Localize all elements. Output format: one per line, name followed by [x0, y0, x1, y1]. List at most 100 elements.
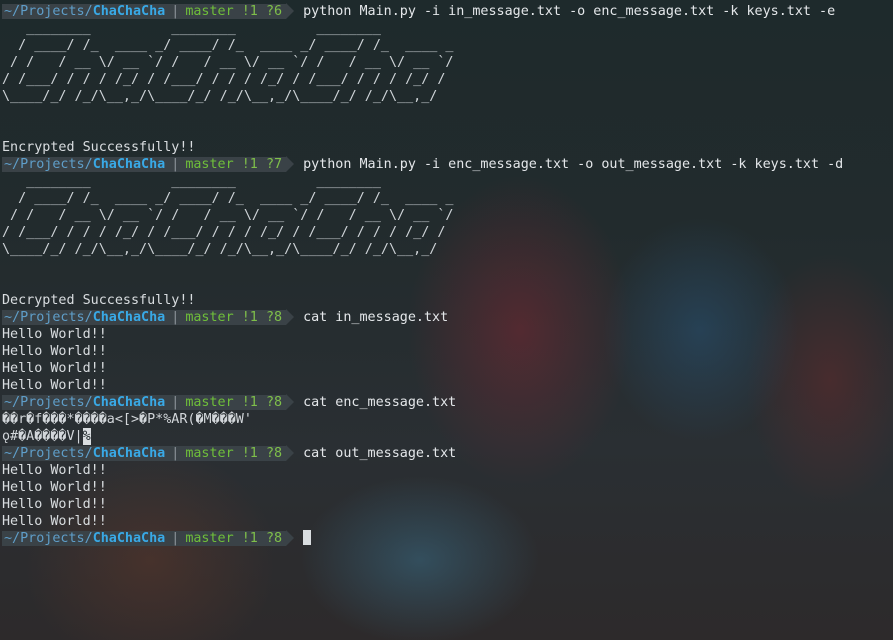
prompt-directory: ~/Projects/ [4, 4, 93, 19]
prompt-path-segment: ~/Projects/ChaChaCha [2, 395, 168, 410]
ascii-art-banner: / ____/ /_ ____ _/ ____/ /_ ____ _/ ____… [2, 191, 454, 206]
ascii-art-banner: ________ ________ ________ [2, 174, 381, 189]
git-branch: master [185, 157, 234, 172]
terminal-line: Hello World!! [2, 326, 893, 343]
terminal-line: ________ ________ ________ [2, 173, 893, 190]
prompt-git-segment: master !1 ?8 [183, 395, 287, 410]
ascii-art-banner: / /___/ / / / /_/ / /___/ / / / /_/ / /_… [2, 72, 446, 87]
git-branch: master [185, 531, 234, 546]
terminal-line: \____/_/ /_/\__,_/\____/_/ /_/\__,_/\___… [2, 241, 893, 258]
ascii-art-banner: / ____/ /_ ____ _/ ____/ /_ ____ _/ ____… [2, 38, 454, 53]
terminal-line: Hello World!! [2, 479, 893, 496]
output-text: Hello World!! [2, 327, 107, 342]
prompt-directory: ~/Projects/ [4, 157, 93, 172]
prompt-separator: | [167, 395, 184, 410]
output-text: Hello World!! [2, 344, 107, 359]
text-cursor[interactable] [303, 530, 312, 545]
prompt-path-segment: ~/Projects/ChaChaCha [2, 310, 168, 325]
git-untracked-count: ?8 [265, 310, 283, 325]
prompt-arrow-icon [286, 156, 295, 172]
terminal-line: Encrypted Successfully!! [2, 139, 893, 156]
terminal-line: ________ ________ ________ [2, 20, 893, 37]
prompt-repo-name: ChaChaCha [92, 4, 166, 19]
prompt-arrow-icon [286, 3, 295, 19]
prompt-separator: | [167, 446, 184, 461]
prompt-repo-name: ChaChaCha [92, 157, 166, 172]
git-untracked-count: ?8 [265, 531, 283, 546]
command-text: cat out_message.txt [303, 446, 457, 461]
terminal-line: Hello World!! [2, 360, 893, 377]
prompt-git-segment: master !1 ?8 [183, 531, 287, 546]
terminal-line: / /___/ / / / /_/ / /___/ / / / /_/ / /_… [2, 224, 893, 241]
prompt-separator: | [167, 157, 184, 172]
git-branch: master [185, 395, 234, 410]
shell-prompt: ~/Projects/ChaChaCha | master !1 ?8 [2, 445, 295, 462]
shell-prompt: ~/Projects/ChaChaCha | master !1 ?6 [2, 3, 295, 20]
prompt-git-segment: master !1 ?8 [183, 310, 287, 325]
git-untracked-count: ?8 [265, 395, 283, 410]
output-text: Hello World!! [2, 463, 107, 478]
git-dirty-count: !1 [241, 446, 258, 461]
command-text: python Main.py -i in_message.txt -o enc_… [303, 4, 836, 19]
prompt-repo-name: ChaChaCha [92, 531, 166, 546]
terminal-line: / /___/ / / / /_/ / /___/ / / / /_/ / /_… [2, 71, 893, 88]
prompt-directory: ~/Projects/ [4, 395, 93, 410]
prompt-directory: ~/Projects/ [4, 446, 93, 461]
ascii-art-banner: / / / __ \/ __ `/ / / __ \/ __ `/ / / __… [2, 208, 454, 223]
git-dirty-count: !1 [241, 4, 258, 19]
prompt-arrow-icon [286, 530, 295, 546]
shell-prompt: ~/Projects/ChaChaCha | master !1 ?7 [2, 156, 295, 173]
terminal-window[interactable]: ~/Projects/ChaChaCha | master !1 ?6 python … [0, 0, 893, 640]
terminal-line: ~/Projects/ChaChaCha | master !1 ?8 cat out… [2, 445, 893, 462]
terminal-line: ~/Projects/ChaChaCha | master !1 ?8 cat in_… [2, 309, 893, 326]
no-newline-marker: % [82, 428, 91, 445]
terminal-line: ~/Projects/ChaChaCha | master !1 ?7 python … [2, 156, 893, 173]
output-text: Hello World!! [2, 361, 107, 376]
terminal-line: Hello World!! [2, 496, 893, 513]
terminal-line: ~/Projects/ChaChaCha | master !1 ?6 python … [2, 3, 893, 20]
git-branch: master [185, 310, 234, 325]
terminal-line: Hello World!! [2, 462, 893, 479]
prompt-git-segment: master !1 ?8 [183, 446, 287, 461]
command-text: cat enc_message.txt [303, 395, 457, 410]
terminal-line: Hello World!! [2, 377, 893, 394]
ascii-art-banner: \____/_/ /_/\__,_/\____/_/ /_/\__,_/\___… [2, 242, 438, 257]
git-dirty-count: !1 [241, 310, 258, 325]
terminal-line: Decrypted Successfully!! [2, 292, 893, 309]
prompt-path-segment: ~/Projects/ChaChaCha [2, 157, 168, 172]
output-text: Encrypted Successfully!! [2, 140, 196, 155]
terminal-line: ǫ#�A����V|% [2, 428, 893, 445]
command-text: python Main.py -i enc_message.txt -o out… [303, 157, 844, 172]
output-text: Hello World!! [2, 480, 107, 495]
encrypted-output: ǫ#�A����V| [2, 429, 83, 444]
terminal-line: / / / __ \/ __ `/ / / __ \/ __ `/ / / __… [2, 54, 893, 71]
terminal-line: ~/Projects/ChaChaCha | master !1 ?8 cat enc… [2, 394, 893, 411]
terminal-line: ~/Projects/ChaChaCha | master !1 ?8 [2, 530, 893, 547]
prompt-arrow-icon [286, 394, 295, 410]
git-dirty-count: !1 [241, 395, 258, 410]
git-untracked-count: ?8 [265, 446, 283, 461]
terminal-line: / / / __ \/ __ `/ / / __ \/ __ `/ / / __… [2, 207, 893, 224]
terminal-line: / ____/ /_ ____ _/ ____/ /_ ____ _/ ____… [2, 190, 893, 207]
git-untracked-count: ?7 [265, 157, 283, 172]
terminal-line: \____/_/ /_/\__,_/\____/_/ /_/\__,_/\___… [2, 88, 893, 105]
git-dirty-count: !1 [241, 157, 258, 172]
git-untracked-count: ?6 [265, 4, 283, 19]
ascii-art-banner: \____/_/ /_/\__,_/\____/_/ /_/\__,_/\___… [2, 89, 438, 104]
prompt-separator: | [167, 531, 184, 546]
prompt-arrow-icon [286, 309, 295, 325]
output-text: Decrypted Successfully!! [2, 293, 196, 308]
terminal-line: Hello World!! [2, 513, 893, 530]
prompt-arrow-icon [286, 445, 295, 461]
output-text: Hello World!! [2, 497, 107, 512]
git-branch: master [185, 446, 234, 461]
terminal-line: / ____/ /_ ____ _/ ____/ /_ ____ _/ ____… [2, 37, 893, 54]
shell-prompt: ~/Projects/ChaChaCha | master !1 ?8 [2, 530, 295, 547]
prompt-separator: | [167, 310, 184, 325]
git-branch: master [185, 4, 234, 19]
prompt-directory: ~/Projects/ [4, 531, 93, 546]
prompt-repo-name: ChaChaCha [92, 446, 166, 461]
